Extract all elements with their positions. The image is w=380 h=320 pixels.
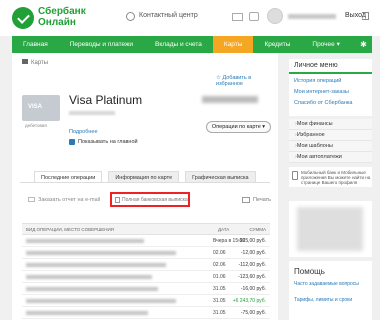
- ad-image-blurred: [297, 207, 363, 251]
- logo-line1: Сбербанк: [38, 6, 86, 17]
- card-number-redacted: [202, 96, 258, 103]
- avatar[interactable]: [267, 8, 283, 24]
- card-subtitle-redacted: [69, 111, 115, 115]
- table-row[interactable]: 02.06 -12,00 руб.: [22, 247, 270, 259]
- row-description-redacted: [26, 311, 148, 315]
- row-amount: -123,60 руб.: [238, 274, 266, 280]
- card-type: дебетовая: [25, 123, 47, 128]
- table-row[interactable]: 31.05 +6 243,70 руб.: [22, 295, 270, 307]
- nav-item-home[interactable]: Главная: [12, 36, 59, 53]
- row-description-redacted: [26, 299, 176, 303]
- breadcrumb: Карты: [22, 59, 48, 66]
- mail-icon[interactable]: [232, 13, 243, 21]
- nav-item-other[interactable]: Прочее ▾: [301, 36, 350, 53]
- full-statement-link[interactable]: Полная банковская выписка: [122, 197, 188, 203]
- email-icon[interactable]: [28, 197, 35, 202]
- table-row[interactable]: 02.06 -112,00 руб.: [22, 259, 270, 271]
- tariffs-link[interactable]: Тарифы, лимиты и сроки: [294, 297, 368, 303]
- nav-item-transfers[interactable]: Переводы и платежи: [59, 36, 144, 53]
- row-amount: -112,00 руб.: [238, 262, 266, 268]
- exit-icon[interactable]: [362, 12, 369, 20]
- add-to-favorites-link[interactable]: ☆ Добавить в избранное: [216, 75, 278, 87]
- card-operations-button[interactable]: Операции по карте ▾: [206, 121, 271, 133]
- sidebar-sections: Мои финансы Избранное Мои шаблоны Мои ав…: [289, 119, 372, 163]
- logo-line2: Онлайн: [38, 17, 76, 28]
- show-on-main-label: Показывать на главной: [78, 139, 138, 145]
- main-nav: Главная Переводы и платежи Вклады и счет…: [12, 36, 372, 53]
- table-row[interactable]: 31.05 -16,00 руб.: [22, 283, 270, 295]
- mobile-promo[interactable]: Мобильный банк и Мобильные приложения Вы…: [289, 167, 372, 187]
- sidebar-link-history[interactable]: История операций: [294, 78, 341, 84]
- messages-icon[interactable]: [249, 12, 259, 21]
- sidebar: Личное меню История операций Мои интерне…: [289, 53, 372, 320]
- home-icon[interactable]: [22, 59, 28, 64]
- col-desc: ВИД ОПЕРАЦИИ, МЕСТО СОВЕРШЕНИЯ: [26, 227, 114, 232]
- row-description-redacted: [26, 275, 152, 279]
- row-amount: -16,00 руб.: [240, 286, 266, 292]
- visa-logo: VISA: [28, 104, 43, 110]
- show-on-main-checkbox[interactable]: [69, 139, 75, 145]
- main-panel: Карты ☆ Добавить в избранное VISA дебето…: [12, 53, 278, 320]
- row-date: 02.06: [213, 250, 226, 256]
- sidebar-item-autopayments[interactable]: Мои автоплатежи: [289, 152, 372, 163]
- details-link[interactable]: Подробнее: [69, 129, 98, 135]
- col-amount: СУММА: [249, 227, 266, 232]
- card-image: VISA: [22, 95, 60, 121]
- nav-item-cards[interactable]: Карты: [212, 36, 254, 53]
- help-title: Помощь: [294, 267, 325, 276]
- row-date: 31.05: [213, 310, 226, 316]
- personal-menu-title: Личное меню: [289, 59, 372, 74]
- card-title: Visa Platinum: [69, 93, 143, 107]
- tab-divider: [20, 182, 270, 183]
- document-icon[interactable]: [115, 197, 120, 203]
- sidebar-link-orders[interactable]: Мои интернет-заказы: [294, 89, 349, 95]
- row-amount: -75,00 руб.: [240, 310, 266, 316]
- sidebar-item-finances[interactable]: Мои финансы: [289, 119, 372, 130]
- ad-banner[interactable]: [289, 201, 372, 257]
- table-row[interactable]: 01.06 -123,60 руб.: [22, 271, 270, 283]
- table-header: ВИД ОПЕРАЦИИ, МЕСТО СОВЕРШЕНИЯ ДАТА СУММ…: [22, 223, 270, 235]
- phone-icon: [126, 12, 135, 21]
- print-link[interactable]: Печать: [253, 197, 271, 203]
- header: Сбербанк Онлайн Контактный центр Выход: [0, 0, 380, 36]
- row-date: 01.06: [213, 274, 226, 280]
- printer-icon[interactable]: [242, 197, 250, 203]
- mobile-phone-icon: [292, 171, 298, 180]
- logo-text[interactable]: Сбербанк Онлайн: [38, 6, 86, 28]
- personal-menu: История операций Мои интернет-заказы Спа…: [289, 74, 372, 116]
- faq-link[interactable]: Часто задаваемые вопросы: [294, 281, 368, 287]
- email-report-link[interactable]: Заказать отчет на e-mail: [38, 197, 100, 203]
- row-amount: -12,00 руб.: [240, 250, 266, 256]
- help-section: Помощь Часто задаваемые вопросы Тарифы, …: [289, 261, 372, 320]
- sidebar-item-favorites[interactable]: Избранное: [289, 130, 372, 141]
- breadcrumb-current: Карты: [31, 60, 49, 66]
- row-description-redacted: [26, 251, 176, 255]
- row-amount: +6 243,70 руб.: [232, 298, 266, 304]
- mobile-promo-text: Мобильный банк и Мобильные приложения Вы…: [301, 170, 371, 185]
- table-row[interactable]: 31.05 -75,00 руб.: [22, 307, 270, 319]
- nav-item-deposits[interactable]: Вклады и счета: [144, 36, 213, 53]
- user-name[interactable]: [288, 14, 336, 19]
- sberbank-logo-icon[interactable]: [12, 7, 34, 29]
- row-description-redacted: [26, 263, 166, 267]
- row-date: 31.05: [213, 286, 226, 292]
- sidebar-link-spasibo[interactable]: Спасибо от Сбербанка: [294, 100, 352, 106]
- row-date: 02.06: [213, 262, 226, 268]
- row-description-redacted: [26, 287, 158, 291]
- row-amount: -225,00 руб.: [238, 238, 266, 244]
- table-row[interactable]: Вчера в 15:56 -225,00 руб.: [22, 235, 270, 247]
- col-date: ДАТА: [218, 227, 230, 232]
- nav-item-credits[interactable]: Кредиты: [253, 36, 301, 53]
- contact-center-link[interactable]: Контактный центр: [139, 12, 198, 19]
- row-date: 31.05: [213, 298, 226, 304]
- gear-icon[interactable]: ✱: [355, 36, 372, 53]
- row-description-redacted: [26, 239, 144, 243]
- sidebar-item-templates[interactable]: Мои шаблоны: [289, 141, 372, 152]
